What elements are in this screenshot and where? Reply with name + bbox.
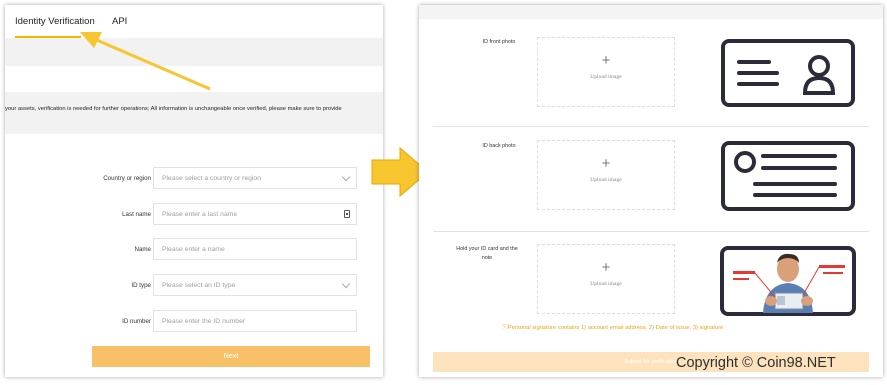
upload-text: Upload image	[590, 281, 622, 287]
next-button[interactable]: Next	[92, 346, 370, 367]
last-name-placeholder: Please enter a last name	[162, 211, 238, 218]
hold-id-label-line1: Hold your ID card and the	[456, 246, 518, 252]
hold-id-label: Hold your ID card and the note	[447, 245, 527, 263]
divider	[433, 231, 869, 232]
back-photo-upload[interactable]: + Upload image	[537, 140, 675, 210]
country-label: Country or region	[103, 175, 151, 182]
last-name-label: Last name	[122, 211, 151, 218]
country-placeholder: Please select a country or region	[162, 175, 261, 182]
contact-card-icon	[344, 210, 350, 218]
id-back-icon	[721, 141, 855, 211]
tab-api[interactable]: API	[112, 16, 127, 27]
top-bar	[419, 5, 883, 19]
id-number-placeholder: Please enter the ID number	[162, 318, 246, 325]
upload-text: Upload image	[590, 74, 622, 80]
back-photo-label: ID back photo	[482, 143, 516, 149]
tab-bar: Identity Verification API	[5, 5, 383, 41]
form-row-id-type: ID type Please select an ID type	[5, 274, 383, 298]
hold-id-label-line2: note	[481, 255, 493, 261]
identity-form-panel: Identity Verification API your assets, v…	[5, 5, 383, 377]
id-type-label: ID type	[131, 282, 151, 289]
id-type-select[interactable]: Please select an ID type	[153, 274, 357, 296]
name-input[interactable]: Please enter a name	[153, 238, 357, 260]
form-row-last-name: Last name Please enter a last name	[5, 203, 383, 227]
chevron-down-icon	[341, 172, 351, 182]
plus-icon: +	[601, 155, 611, 172]
form-row-country: Country or region Please select a countr…	[5, 167, 383, 191]
gray-band	[5, 38, 383, 66]
id-number-label: ID number	[122, 318, 151, 325]
divider	[433, 126, 869, 127]
front-photo-label: ID front photo	[482, 39, 516, 45]
chevron-down-icon	[341, 279, 351, 289]
tab-identity-verification[interactable]: Identity Verification	[15, 16, 95, 27]
plus-icon: +	[601, 259, 611, 276]
hold-id-upload[interactable]: + Upload image	[537, 244, 675, 314]
id-front-icon	[721, 39, 855, 107]
copyright-watermark: Copyright © Coin98.NET	[676, 355, 836, 371]
id-type-placeholder: Please select an ID type	[162, 282, 236, 289]
plus-icon: +	[601, 52, 611, 69]
notice-band	[5, 92, 383, 134]
last-name-input[interactable]: Please enter a last name	[153, 203, 357, 225]
country-select[interactable]: Please select a country or region	[153, 167, 357, 189]
form-row-id-number: ID number Please enter the ID number	[5, 310, 383, 334]
name-placeholder: Please enter a name	[162, 246, 225, 253]
id-number-input[interactable]: Please enter the ID number	[153, 310, 357, 332]
name-label: Name	[134, 246, 151, 253]
upload-panel: ID front photo + Upload image ID back ph…	[419, 5, 883, 377]
upload-text: Upload image	[590, 177, 622, 183]
holding-id-photo-icon	[720, 246, 856, 316]
front-photo-upload[interactable]: + Upload image	[537, 37, 675, 107]
form-row-name: Name Please enter a name	[5, 238, 383, 262]
notice-text: your assets, verification is needed for …	[5, 106, 342, 112]
signature-note: ⓘPersonal signature contains 1) account …	[502, 325, 724, 331]
